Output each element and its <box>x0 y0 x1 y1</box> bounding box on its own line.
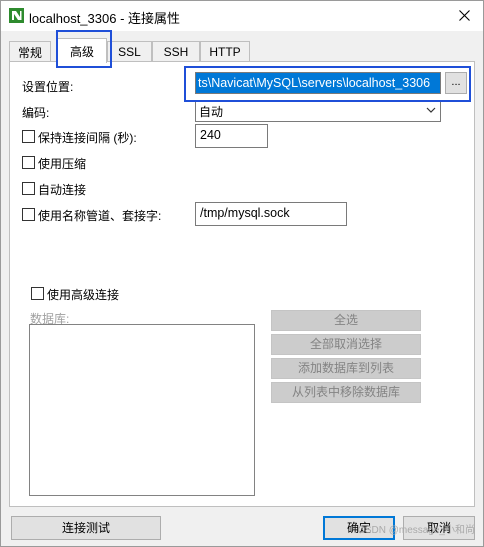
location-path-text: ts\Navicat\MySQL\servers\localhost_3306 <box>198 76 431 90</box>
tab-ssl-label: SSL <box>118 45 141 59</box>
add-database-label: 添加数据库到列表 <box>297 361 394 375</box>
test-connection-label: 连接测试 <box>61 521 110 535</box>
named-pipe-label: 使用名称管道、套接字: <box>38 209 162 223</box>
tab-advanced[interactable]: 高级 <box>57 38 107 63</box>
tab-http-label: HTTP <box>209 45 241 59</box>
encoding-value: 自动 <box>199 105 224 119</box>
keepalive-label: 保持连接间隔 (秒): <box>38 131 137 145</box>
select-all-button[interactable]: 全选 <box>271 310 421 331</box>
tab-general[interactable]: 常规 <box>9 41 51 62</box>
tab-ssh[interactable]: SSH <box>152 41 200 62</box>
autoconnect-label: 自动连接 <box>38 183 87 197</box>
connection-properties-dialog: localhost_3306 - 连接属性 常规 高级 SSL SSH HTTP… <box>0 0 484 547</box>
tab-ssl[interactable]: SSL <box>107 41 152 62</box>
close-button[interactable] <box>449 2 479 28</box>
test-connection-button[interactable]: 连接测试 <box>11 516 161 540</box>
close-icon <box>458 9 470 21</box>
tab-advanced-label: 高级 <box>69 44 94 59</box>
named-pipe-value: /tmp/mysql.sock <box>200 206 290 220</box>
keepalive-checkbox[interactable] <box>22 130 35 143</box>
browse-button-label: ... <box>451 76 461 88</box>
tab-http[interactable]: HTTP <box>200 41 250 62</box>
add-database-button[interactable]: 添加数据库到列表 <box>271 358 421 379</box>
encoding-select[interactable]: 自动 <box>195 100 441 122</box>
chevron-down-icon <box>426 107 436 113</box>
title-bar: localhost_3306 - 连接属性 <box>1 1 483 31</box>
advanced-connection-checkbox[interactable] <box>31 287 44 300</box>
compression-checkbox[interactable] <box>22 156 35 169</box>
compression-label: 使用压缩 <box>38 157 87 171</box>
deselect-all-button[interactable]: 全部取消选择 <box>271 334 421 355</box>
encoding-label: 编码: <box>22 106 50 120</box>
watermark: CSDN @message_小和尚 <box>357 525 475 536</box>
tab-ssh-label: SSH <box>163 45 189 59</box>
remove-database-button[interactable]: 从列表中移除数据库 <box>271 382 421 403</box>
keepalive-value: 240 <box>200 128 221 142</box>
select-all-label: 全选 <box>333 313 358 327</box>
named-pipe-input[interactable]: /tmp/mysql.sock <box>195 202 347 226</box>
location-label: 设置位置: <box>22 80 74 94</box>
remove-database-label: 从列表中移除数据库 <box>291 385 400 399</box>
named-pipe-checkbox[interactable] <box>22 208 35 221</box>
tab-strip: 常规 高级 SSL SSH HTTP <box>9 38 479 63</box>
browse-button[interactable]: ... <box>445 72 467 94</box>
navicat-app-icon <box>9 8 24 23</box>
deselect-all-label: 全部取消选择 <box>309 337 382 351</box>
keepalive-input[interactable]: 240 <box>195 124 268 148</box>
autoconnect-checkbox[interactable] <box>22 182 35 195</box>
advanced-connection-label: 使用高级连接 <box>47 288 120 302</box>
tab-general-label: 常规 <box>17 45 42 60</box>
window-title: localhost_3306 - 连接属性 <box>29 11 181 26</box>
location-path-input[interactable]: ts\Navicat\MySQL\servers\localhost_3306 <box>195 72 441 94</box>
databases-listbox[interactable] <box>29 324 255 496</box>
